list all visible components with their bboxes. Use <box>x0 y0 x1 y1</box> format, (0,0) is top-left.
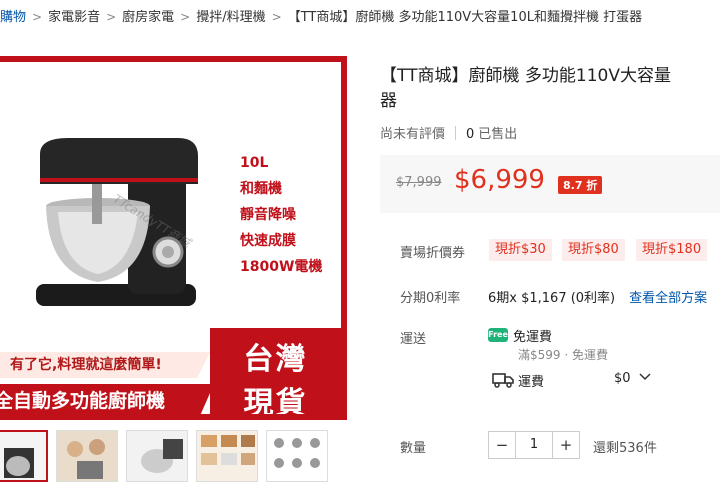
coupon-80[interactable]: 現折$80 <box>562 239 625 261</box>
installment-link[interactable]: 查看全部方案 <box>629 291 707 306</box>
thumbnail-family-icon <box>57 431 117 481</box>
rating-text[interactable]: 尚未有評價 <box>380 127 445 142</box>
badge-line1: 台灣 <box>243 342 308 377</box>
spec-dough: 和麵機 <box>240 181 282 197</box>
breadcrumb-item-av[interactable]: 家電影音 <box>48 10 100 25</box>
thumbnail-features-icon <box>267 431 327 481</box>
product-title-line2: 器 <box>380 91 397 111</box>
discount-badge: 8.7 折 <box>558 176 603 194</box>
breadcrumb-item-kitchen[interactable]: 廚房家電 <box>122 10 174 25</box>
shipping-fee-label: 運費 <box>518 375 545 390</box>
spec-motor: 1800W電機 <box>240 259 323 275</box>
thumbnail-5[interactable] <box>266 430 328 482</box>
slogan-main-text: 全自動多功能廚師機 <box>0 390 166 412</box>
sold-count: 0 <box>466 127 475 142</box>
spec-capacity: 10L <box>240 155 269 171</box>
divider <box>455 126 457 140</box>
breadcrumb-separator: > <box>271 10 282 24</box>
product-title: 【TT商城】廚師機 多功能110V大容量 器 <box>380 64 720 114</box>
chevron-down-icon <box>639 373 651 381</box>
stand-mixer-image <box>36 138 198 306</box>
thumbnail-4[interactable] <box>196 430 258 482</box>
price-box: $7,999 $6,999 8.7 折 <box>380 155 720 213</box>
rating-row: 尚未有評價 0 已售出 <box>380 123 517 142</box>
product-title-line1: 【TT商城】廚師機 多功能110V大容量 <box>380 66 671 86</box>
thumbnail-3[interactable] <box>126 430 188 482</box>
breadcrumb-item-mixer[interactable]: 攪拌/料理機 <box>196 10 265 25</box>
quantity-stepper: − 1 + <box>488 431 580 459</box>
spec-list: 10L 和麵機 靜音降噪 快速成膜 1800W電機 <box>240 150 322 280</box>
spec-quiet: 靜音降噪 <box>240 207 296 223</box>
truck-icon <box>492 373 514 388</box>
quantity-label: 數量 <box>400 441 427 456</box>
installment-label: 分期0利率 <box>400 291 461 306</box>
shipping-fee-value: $0 <box>614 371 631 386</box>
spec-film: 快速成膜 <box>240 233 296 249</box>
slogan-main: 全自動多功能廚師機 <box>0 384 214 414</box>
badge-line2: 現貨 <box>243 386 308 420</box>
free-shipping-text: 免運費 <box>513 330 553 345</box>
coupon-180[interactable]: 現折$180 <box>636 239 708 261</box>
breadcrumb-item-shopping[interactable]: 購物 <box>0 10 26 25</box>
coupon-30[interactable]: 現折$30 <box>489 239 552 261</box>
breadcrumb-item-current: 【TT商城】廚師機 多功能110V大容量10L和麵攪拌機 打蛋器 <box>287 10 643 25</box>
free-shipping-condition: 滿$599 · 免運費 <box>518 348 608 362</box>
installment-text: 6期x $1,167 (0利率) <box>488 291 616 306</box>
free-shipping-icon: Free <box>488 328 508 342</box>
thumbnail-2[interactable] <box>56 430 118 482</box>
shipping-fee-dropdown[interactable]: $0 <box>614 371 651 386</box>
quantity-decrease-button[interactable]: − <box>489 432 515 458</box>
slogan-top: 有了它,料理就這麼簡單! <box>0 352 210 378</box>
breadcrumb-separator: > <box>180 10 191 24</box>
breadcrumb-separator: > <box>106 10 117 24</box>
breadcrumb: 購物 > 家電影音 > 廚房家電 > 攪拌/料理機 > 【TT商城】廚師機 多功能110V大容量… <box>0 6 642 26</box>
original-price: $7,999 <box>396 175 442 190</box>
quantity-input[interactable]: 1 <box>515 432 553 458</box>
thumbnail-dough-icon <box>127 431 187 481</box>
coupon-label: 賣場折價券 <box>400 246 466 261</box>
breadcrumb-separator: > <box>32 10 43 24</box>
product-main-image[interactable]: 10L 和麵機 靜音降噪 快速成膜 1800W電機 TTcandyTT商城 有了… <box>0 56 347 420</box>
sold-label: 已售出 <box>478 127 518 142</box>
thumbnail-mixer-icon <box>4 448 34 478</box>
current-price: $6,999 <box>454 165 545 195</box>
thumbnail-food-icon <box>197 431 257 481</box>
shipping-label: 運送 <box>400 332 427 347</box>
taiwan-stock-badge: 台灣 現貨 <box>210 328 341 420</box>
thumbnail-strip <box>0 430 347 482</box>
quantity-increase-button[interactable]: + <box>553 432 579 458</box>
stock-remaining: 還剩536件 <box>593 441 657 456</box>
installment-info: 6期x $1,167 (0利率) 查看全部方案 <box>488 287 707 306</box>
thumbnail-1[interactable] <box>0 430 48 482</box>
